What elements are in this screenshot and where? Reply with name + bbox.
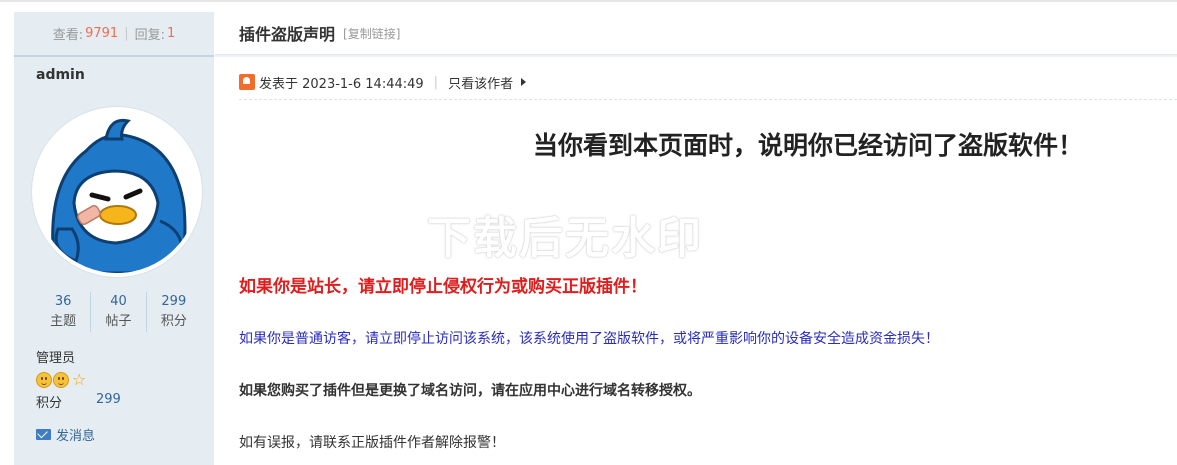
replies-label: 回复: bbox=[134, 28, 165, 43]
thread-title: 插件盗版声明 bbox=[239, 25, 336, 44]
rank-badges: ☆ bbox=[36, 372, 214, 388]
penguin-avatar-icon bbox=[37, 112, 197, 273]
mail-icon bbox=[36, 429, 51, 440]
replies-count: 1 bbox=[166, 26, 176, 41]
stat-label: 主题 bbox=[50, 314, 77, 329]
stat-label: 帖子 bbox=[105, 314, 132, 329]
watermark: 下载后无水印 bbox=[427, 213, 703, 264]
warning-false-positive: 如有误报，请联系正版插件作者解除报警！ bbox=[239, 435, 505, 451]
author-sidebar: 查看: 9791 | 回复: 1 admin 36 主题 40 帖子 299 积… bbox=[14, 12, 214, 465]
stat-posts[interactable]: 40 帖子 bbox=[91, 292, 147, 332]
stats-separator: | bbox=[124, 26, 129, 41]
send-message-label: 发消息 bbox=[56, 429, 96, 444]
user-group[interactable]: 管理员 bbox=[36, 347, 214, 366]
stat-value: 40 bbox=[110, 294, 127, 309]
stat-threads[interactable]: 36 主题 bbox=[36, 292, 92, 332]
views-count: 9791 bbox=[85, 26, 119, 41]
credits-label: 积分 bbox=[36, 396, 63, 411]
meta-separator: | bbox=[433, 74, 439, 90]
post-main: 插件盗版声明 [复制链接] 发表于 2023-1-6 14:44:49 | 只看… bbox=[215, 12, 1177, 465]
warning-admin: 如果你是站长，请立即停止侵权行为或购买正版插件！ bbox=[239, 277, 647, 297]
smile-icon bbox=[36, 372, 52, 388]
title-divider bbox=[215, 55, 1177, 57]
thread-title-row: 插件盗版声明 [复制链接] bbox=[215, 12, 1177, 55]
star-icon: ☆ bbox=[72, 370, 87, 389]
stat-value: 36 bbox=[54, 294, 72, 309]
send-message-link[interactable]: 发消息 bbox=[36, 425, 214, 444]
author-username[interactable]: admin bbox=[14, 57, 214, 97]
views-label: 查看: bbox=[52, 28, 84, 43]
top-border bbox=[0, 0, 1177, 2]
warning-visitor: 如果你是普通访客，请立即停止访问该系统，该系统使用了盗版软件，或将严重影响你的设… bbox=[239, 331, 939, 347]
piracy-headline: 当你看到本页面时，说明你已经访问了盗版软件！ bbox=[533, 131, 1084, 160]
stat-value: 299 bbox=[161, 294, 187, 309]
credits-value: 299 bbox=[96, 392, 121, 407]
user-stats: 36 主题 40 帖子 299 积分 bbox=[36, 292, 201, 332]
only-author-link[interactable]: 只看该作者 bbox=[448, 73, 513, 92]
post-date: 发表于 2023-1-6 14:44:49 bbox=[259, 76, 424, 92]
smile-icon bbox=[53, 372, 69, 388]
thread-stats: 查看: 9791 | 回复: 1 bbox=[14, 12, 214, 55]
warning-domain: 如果您购买了插件但是更换了域名访问，请在应用中心进行域名转移授权。 bbox=[239, 383, 701, 399]
post-icon bbox=[239, 74, 255, 90]
credits-row: 积分 299 bbox=[36, 392, 214, 411]
stat-credits[interactable]: 299 积分 bbox=[147, 292, 201, 332]
arrow-right-icon[interactable] bbox=[521, 78, 527, 86]
copy-link-button[interactable]: [复制链接] bbox=[343, 25, 400, 42]
avatar[interactable] bbox=[32, 107, 202, 277]
post-meta: 发表于 2023-1-6 14:44:49 | 只看该作者 bbox=[239, 71, 1177, 100]
stat-label: 积分 bbox=[160, 314, 187, 329]
